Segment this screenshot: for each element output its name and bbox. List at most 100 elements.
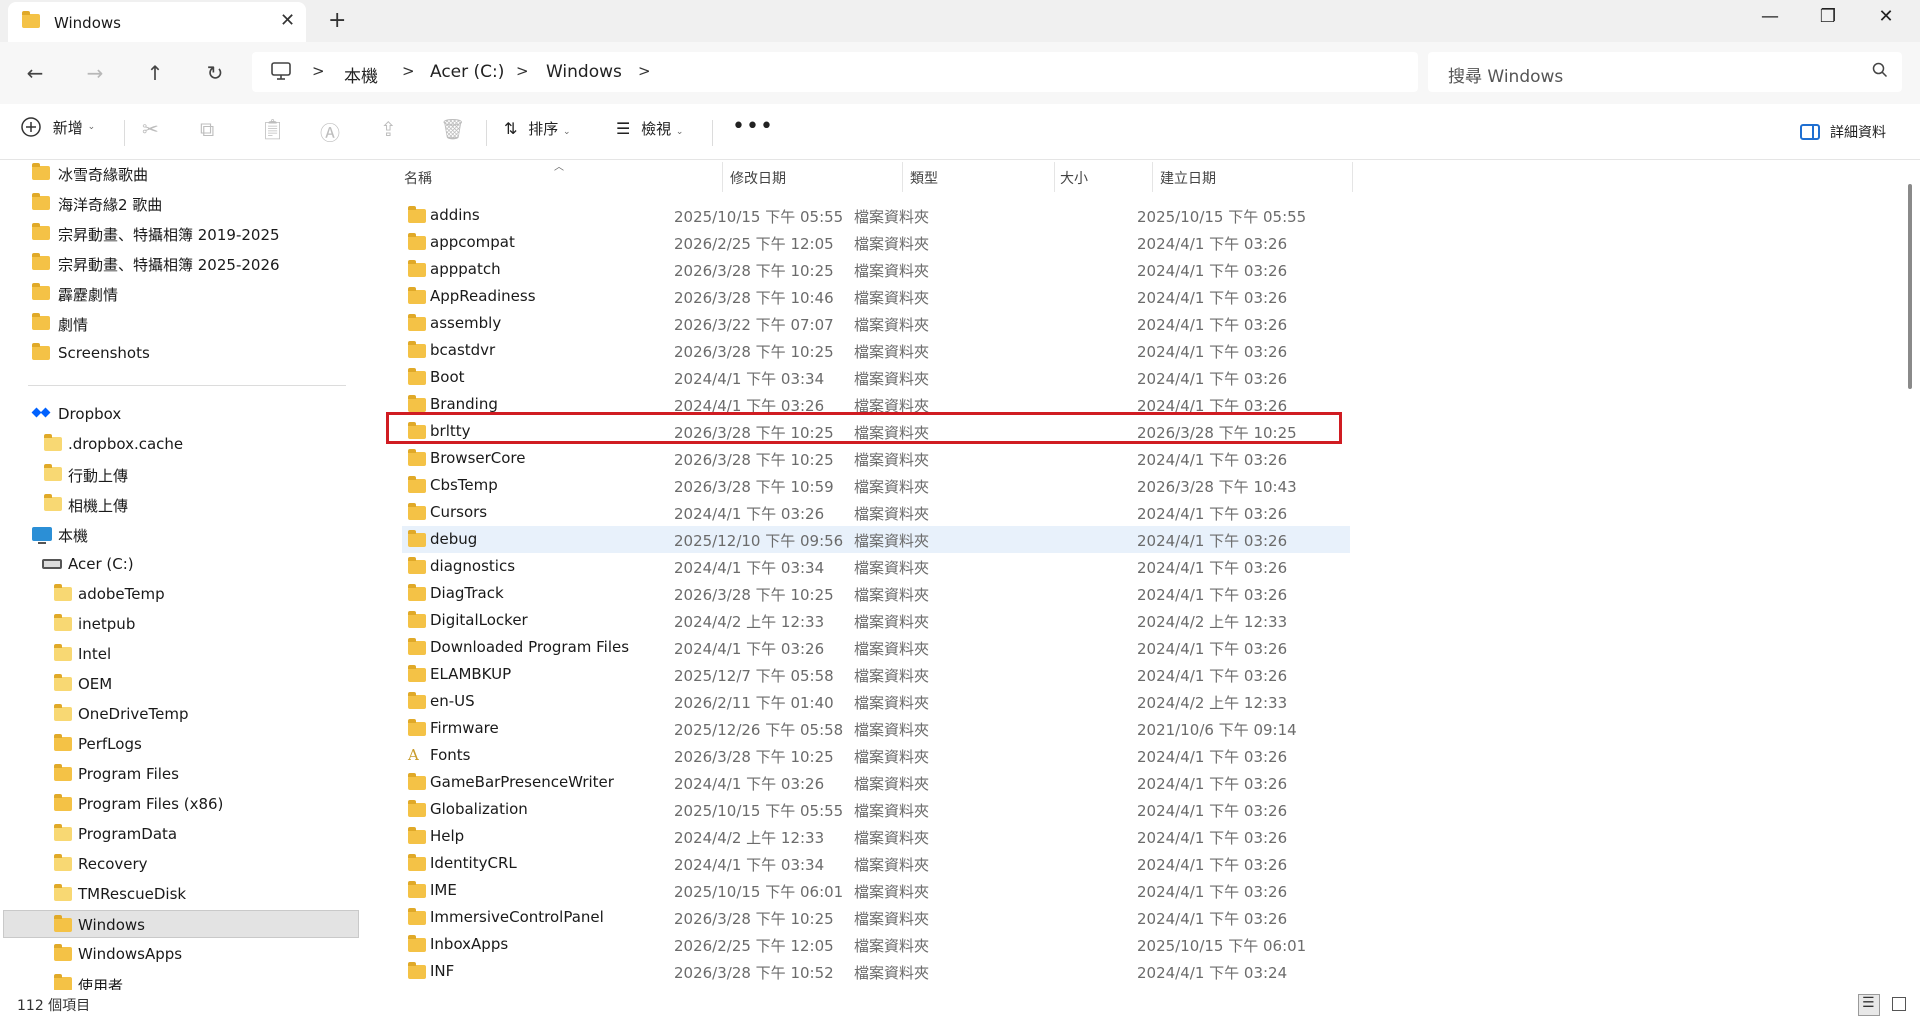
table-row[interactable]: Globalization 2025/10/15 下午 05:55 檔案資料夾 202… — [402, 796, 1350, 823]
chevron-right-icon[interactable]: > — [312, 62, 325, 80]
details-button[interactable]: 詳細資料 — [1830, 122, 1886, 142]
table-row[interactable]: IdentityCRL 2024/4/1 下午 03:34 檔案資料夾 2024/4/… — [402, 850, 1350, 877]
sidebar-item-mobile-upload[interactable]: 行動上傳 — [40, 460, 362, 488]
details-view-button[interactable] — [1858, 994, 1880, 1016]
sidebar-item-folder[interactable]: PerfLogs — [50, 730, 362, 758]
sidebar-item-pinned[interactable]: 宗昇動畫、特攝相簿 2025-2026 📌︎ — [28, 249, 362, 277]
share-icon[interactable]: ⇪ — [380, 117, 397, 141]
sidebar-item-folder[interactable]: 使用者 — [50, 970, 362, 990]
table-row[interactable]: DiagTrack 2026/3/28 下午 10:25 檔案資料夾 2024/4/1… — [402, 580, 1350, 607]
column-header-created[interactable]: 建立日期 — [1160, 168, 1216, 188]
breadcrumb-drive[interactable]: Acer (C:) — [430, 62, 504, 82]
table-row[interactable]: Firmware 2025/12/26 下午 05:58 檔案資料夾 2021/10/… — [402, 715, 1350, 742]
column-header-name[interactable]: 名稱 — [404, 168, 432, 188]
table-row[interactable]: apppatch 2026/3/28 下午 10:25 檔案資料夾 2024/4/1 … — [402, 256, 1350, 283]
search-input[interactable]: 搜尋 Windows — [1428, 52, 1902, 92]
sidebar-item-pinned[interactable]: 冰雪奇緣歌曲 📌︎ — [28, 160, 362, 187]
column-divider[interactable] — [1352, 162, 1353, 192]
sidebar-item-folder[interactable]: inetpub — [50, 610, 362, 638]
breadcrumb-windows[interactable]: Windows — [546, 62, 622, 82]
breadcrumb-this-pc[interactable]: 本機 — [344, 62, 378, 87]
sidebar-item-camera-upload[interactable]: 相機上傳 — [40, 490, 362, 518]
sidebar-item-folder[interactable]: Intel — [50, 640, 362, 668]
sidebar-item-folder[interactable]: adobeTemp — [50, 580, 362, 608]
table-row[interactable]: GameBarPresenceWriter 2024/4/1 下午 03:26 檔案… — [402, 769, 1350, 796]
column-header-modified[interactable]: 修改日期 — [730, 168, 786, 188]
sidebar-item-drive-c[interactable]: Acer (C:) — [38, 550, 362, 578]
table-row[interactable]: bcastdvr 2026/3/28 下午 10:25 檔案資料夾 2024/4/1 … — [402, 337, 1350, 364]
file-list-scrollbar[interactable] — [1908, 184, 1912, 389]
sidebar-item-screenshots[interactable]: Screenshots — [28, 339, 362, 367]
sidebar-item-folder[interactable]: Program Files (x86) — [50, 790, 362, 818]
table-row[interactable]: Branding 2024/4/1 下午 03:26 檔案資料夾 2024/4/1 下… — [402, 391, 1350, 418]
sidebar-item-folder[interactable]: ProgramData — [50, 820, 362, 848]
paste-icon[interactable]: 📋︎ — [260, 117, 285, 141]
column-divider[interactable] — [902, 162, 903, 192]
chevron-right-icon[interactable]: > — [516, 62, 529, 80]
computer-icon[interactable] — [270, 62, 292, 86]
table-row[interactable]: debug 2025/12/10 下午 09:56 檔案資料夾 2024/4/1 下午… — [402, 526, 1350, 553]
column-divider[interactable] — [1152, 162, 1153, 192]
chevron-right-icon[interactable]: > — [402, 62, 415, 80]
sidebar-item-folder[interactable]: Program Files — [50, 760, 362, 788]
tab-windows[interactable]: Windows ✕ — [8, 2, 306, 42]
table-row[interactable]: Help 2024/4/2 上午 12:33 檔案資料夾 2024/4/1 下午 03… — [402, 823, 1350, 850]
copy-icon[interactable]: ⧉ — [200, 117, 214, 141]
sidebar-item-pinned[interactable]: 海洋奇緣2 歌曲 📌︎ — [28, 189, 362, 217]
table-row[interactable]: INF 2026/3/28 下午 10:52 檔案資料夾 2024/4/1 下午 03… — [402, 958, 1350, 985]
sidebar-item-folder[interactable]: Recovery — [50, 850, 362, 878]
view-button[interactable]: ☰ 檢視 ⌄ — [616, 118, 683, 139]
column-divider[interactable] — [722, 162, 723, 192]
table-row[interactable]: Cursors 2024/4/1 下午 03:26 檔案資料夾 2024/4/1 下午… — [402, 499, 1350, 526]
sort-button[interactable]: ⇅ 排序 ⌄ — [504, 118, 571, 139]
forward-button[interactable]: → — [80, 58, 110, 88]
table-row[interactable]: CbsTemp 2026/3/28 下午 10:59 檔案資料夾 2026/3/28 … — [402, 472, 1350, 499]
close-window-button[interactable]: ✕ — [1866, 6, 1906, 27]
table-row[interactable]: brltty 2026/3/28 下午 10:25 檔案資料夾 2026/3/28 下… — [402, 418, 1350, 445]
sidebar-item-pinned[interactable]: 宗昇動畫、特攝相簿 2019-2025 📌︎ — [28, 219, 362, 247]
sidebar-item-folder[interactable]: OEM — [50, 670, 362, 698]
sidebar-item-dropbox-cache[interactable]: .dropbox.cache — [40, 430, 362, 458]
table-row[interactable]: appcompat 2026/2/25 下午 12:05 檔案資料夾 2024/4/1… — [402, 229, 1350, 256]
up-button[interactable]: ↑ — [140, 58, 170, 88]
table-row[interactable]: Downloaded Program Files 2024/4/1 下午 03:2… — [402, 634, 1350, 661]
table-row[interactable]: addins 2025/10/15 下午 05:55 檔案資料夾 2025/10/15… — [402, 202, 1350, 229]
table-row[interactable]: diagnostics 2024/4/1 下午 03:34 檔案資料夾 2024/4/… — [402, 553, 1350, 580]
details-pane-icon[interactable] — [1800, 124, 1820, 140]
minimize-button[interactable]: — — [1750, 6, 1790, 27]
sidebar-item-windows[interactable]: Windows — [3, 910, 359, 938]
table-row[interactable]: DigitalLocker 2024/4/2 上午 12:33 檔案資料夾 2024/… — [402, 607, 1350, 634]
sidebar-item-pinned[interactable]: 霹靂劇情 📌︎ — [28, 279, 362, 307]
restore-button[interactable]: ❐ — [1808, 6, 1848, 27]
refresh-button[interactable]: ↻ — [200, 58, 230, 88]
sidebar-item-dropbox[interactable]: Dropbox — [28, 400, 362, 428]
table-row[interactable]: InboxApps 2026/2/25 下午 12:05 檔案資料夾 2025/10/… — [402, 931, 1350, 958]
delete-icon[interactable]: 🗑︎ — [440, 117, 465, 141]
column-header-type[interactable]: 類型 — [910, 168, 938, 188]
search-icon[interactable] — [1872, 62, 1888, 82]
sidebar-item-pinned[interactable]: 劇情 — [28, 309, 362, 337]
column-header-size[interactable]: 大小 — [1060, 168, 1088, 188]
column-divider[interactable] — [1054, 162, 1055, 192]
new-button[interactable]: 新增 ⌄ — [20, 116, 95, 138]
table-row[interactable]: en-US 2026/2/11 下午 01:40 檔案資料夾 2024/4/2 上午 … — [402, 688, 1350, 715]
back-button[interactable]: ← — [20, 58, 50, 88]
table-row[interactable]: A Fonts 2026/3/28 下午 10:25 檔案資料夾 2024/4/1 下午… — [402, 742, 1350, 769]
table-row[interactable]: IME 2025/10/15 下午 06:01 檔案資料夾 2024/4/1 下午 0… — [402, 877, 1350, 904]
table-row[interactable]: assembly 2026/3/22 下午 07:07 檔案資料夾 2024/4/1 … — [402, 310, 1350, 337]
chevron-right-icon[interactable]: > — [638, 62, 651, 80]
rename-icon[interactable]: Ⓐ — [320, 117, 340, 146]
table-row[interactable]: ImmersiveControlPanel 2026/3/28 下午 10:25 檔… — [402, 904, 1350, 931]
close-tab-icon[interactable]: ✕ — [280, 10, 295, 31]
sidebar-item-folder[interactable]: OneDriveTemp — [50, 700, 362, 728]
tiles-view-button[interactable] — [1892, 997, 1906, 1011]
more-options-button[interactable]: ••• — [732, 114, 774, 139]
table-row[interactable]: Boot 2024/4/1 下午 03:34 檔案資料夾 2024/4/1 下午 03… — [402, 364, 1350, 391]
sidebar-item-folder[interactable]: WindowsApps — [50, 940, 362, 968]
table-row[interactable]: BrowserCore 2026/3/28 下午 10:25 檔案資料夾 2024/4… — [402, 445, 1350, 472]
sidebar-item-this-pc[interactable]: 本機 — [28, 520, 362, 548]
sidebar-item-folder[interactable]: TMRescueDisk — [50, 880, 362, 908]
address-bar[interactable]: > 本機 > Acer (C:) > Windows > — [252, 52, 1418, 92]
cut-icon[interactable]: ✂ — [142, 117, 159, 141]
table-row[interactable]: ELAMBKUP 2025/12/7 下午 05:58 檔案資料夾 2024/4/1 … — [402, 661, 1350, 688]
